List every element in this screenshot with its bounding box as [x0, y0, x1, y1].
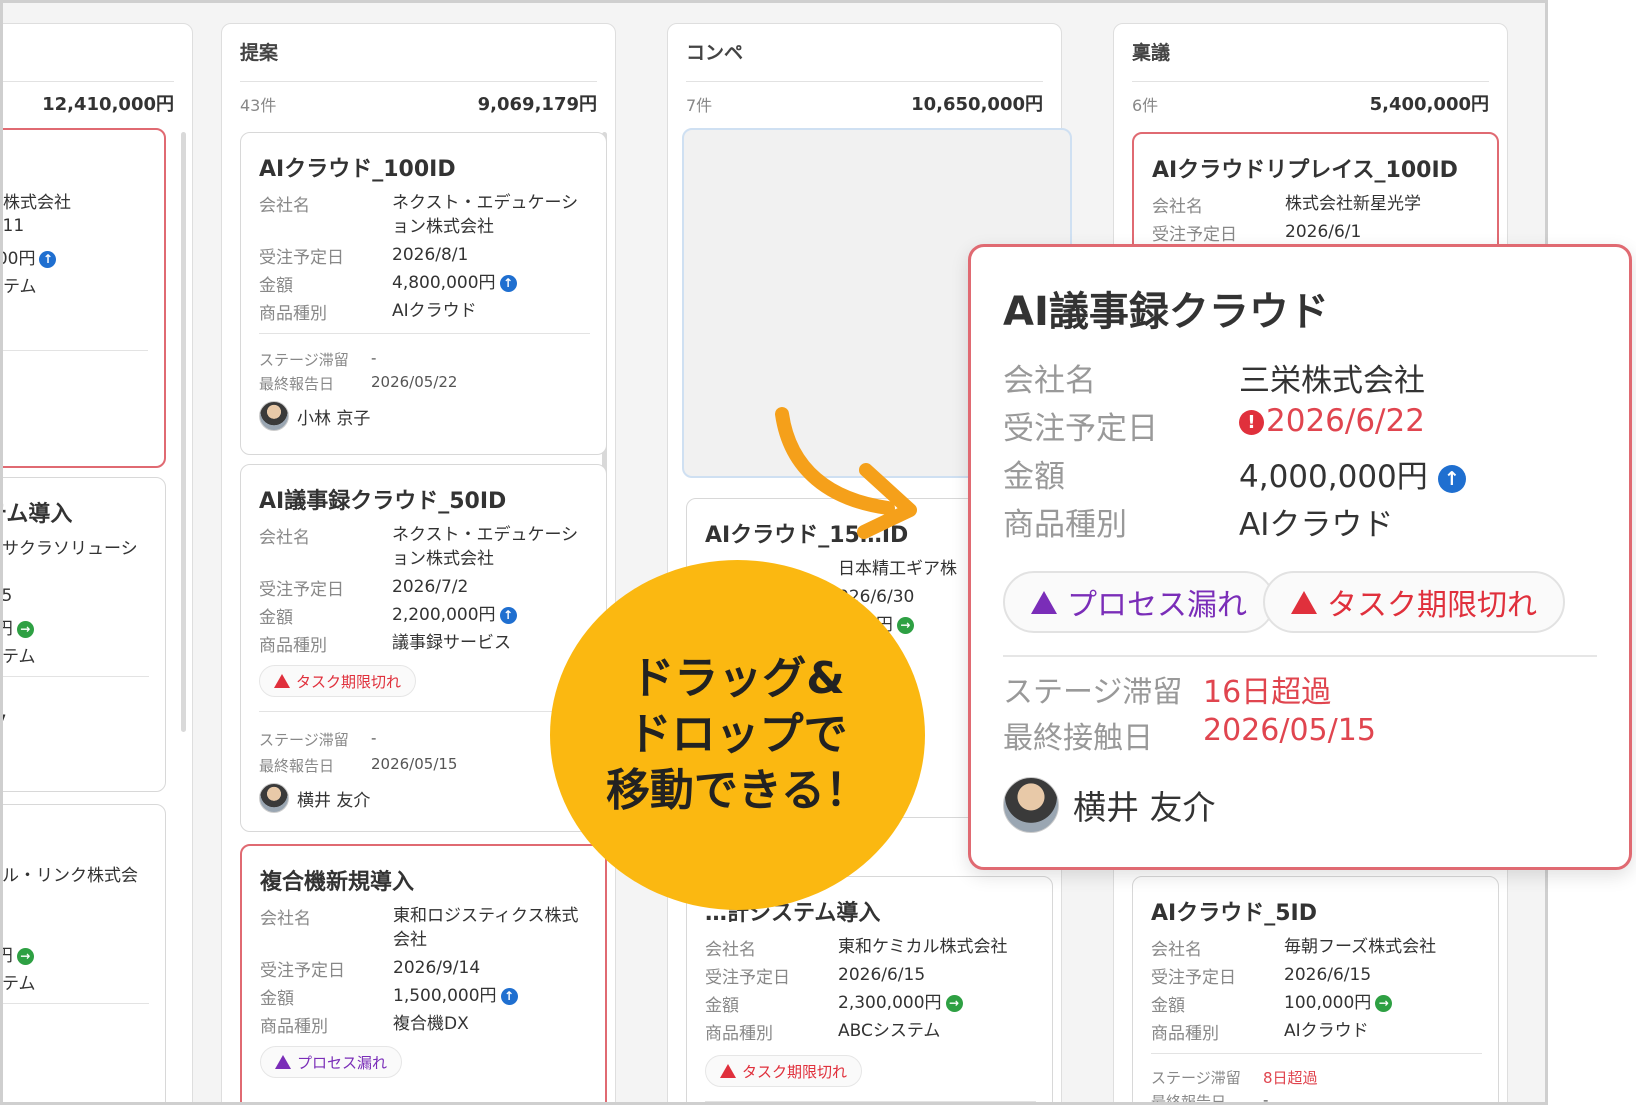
scrollbar[interactable] [181, 132, 186, 732]
deal-card[interactable]: 複合機新規導入 会社名 東和ロジスティクス株式会社 受注予定日 2026/9/14 … [240, 844, 607, 1102]
deal-title: AIクラウド_5ID [1151, 901, 1317, 926]
avatar [259, 783, 289, 813]
column-amount: 10,650,000円 [911, 94, 1043, 115]
process-missing-badge: プロセス漏れ [260, 1046, 403, 1078]
up-arrow-icon: ↑ [500, 987, 518, 1005]
deal-title: 複合機新規導入 [260, 870, 415, 895]
up-arrow-icon: ↑ [1437, 464, 1466, 493]
column-count: 6件 [1132, 96, 1159, 115]
task-overdue-badge: タスク期限切れ [259, 665, 417, 697]
deal-card[interactable]: AIクラウド_5ID 会社名 毎朝フーズ株式会社 受注予定日 2026/6/15 金… [1132, 876, 1499, 1102]
up-arrow-icon: ↑ [499, 274, 517, 292]
column-title: コンペ [686, 38, 1043, 82]
up-arrow-icon: ↑ [499, 606, 517, 624]
right-arrow-icon: → [16, 620, 34, 638]
column-title: 提案 [240, 38, 597, 82]
right-arrow-icon: → [896, 616, 914, 634]
deal-card[interactable]: AIクラウド_100ID 会社名 ネクスト・エデュケーション株式会社 受注予定日 2… [240, 132, 607, 455]
dragged-deal-card[interactable]: AI議事録クラウド 会社名 三栄株式会社 受注予定日! 2026/6/22 金額 4,… [968, 244, 1632, 870]
deal-card[interactable]: AI議事録クラウド_50ID 会社名 ネクスト・エデュケーション株式会社 受注予定… [240, 464, 607, 832]
task-overdue-badge: タスク期限切れ [705, 1055, 863, 1087]
column-proposal: 提案 43件 9,069,179円 AIクラウド_100ID 会社名 ネクスト・エ… [221, 23, 616, 1102]
drag-arrow-icon [775, 407, 917, 539]
alert-icon: ! [1239, 410, 1264, 435]
up-arrow-icon: ↑ [39, 250, 57, 268]
column-title: 稟議 [1132, 38, 1489, 82]
deal-title: AI議事録クラウド_50ID [259, 489, 507, 514]
deal-title: AI議事録クラウド [1003, 289, 1329, 335]
right-arrow-icon: → [1375, 994, 1393, 1012]
callout-bubble: ドラッグ& ドロップで 移動できる！ [550, 560, 925, 910]
warning-icon [1031, 590, 1057, 614]
deal-card[interactable]: …計システム導入 会社名 東和ケミカル株式会社 受注予定日 2026/6/15 金額… [686, 876, 1053, 1102]
task-overdue-badge: タスク期限切れ [1263, 571, 1565, 633]
column-count: 43件 [240, 96, 277, 115]
warning-icon [720, 1064, 736, 1078]
column-amount: 5,400,000円 [1369, 94, 1489, 115]
deal-title: AIクラウドリプレイス_100ID [1152, 158, 1458, 183]
deal-card[interactable]: 達株式会社 0/11 000円↑ ステム 5 [3, 128, 166, 468]
column-amount: 12,410,000円 [42, 94, 174, 115]
avatar [259, 401, 289, 431]
right-arrow-icon: → [16, 947, 34, 965]
warning-icon [275, 1055, 291, 1069]
warning-icon [1291, 590, 1317, 614]
deal-title: AIクラウド_100ID [259, 157, 456, 182]
right-arrow-icon: → [945, 994, 963, 1012]
column-clipped: 12,410,000円 達株式会社 0/11 000円↑ ステム 5 テム導入 … [3, 23, 193, 1102]
deal-card[interactable]: テム導入 社サクラソリューシ /15 0円→ ステム 07 [3, 477, 166, 792]
avatar [1003, 777, 1059, 833]
process-missing-badge: プロセス漏れ [1003, 571, 1275, 633]
warning-icon [274, 674, 290, 688]
deal-card[interactable]: カル・リンク株式会 /3 0円→ ステム [3, 804, 166, 1102]
column-amount: 9,069,179円 [477, 94, 597, 115]
column-count: 7件 [686, 96, 713, 115]
